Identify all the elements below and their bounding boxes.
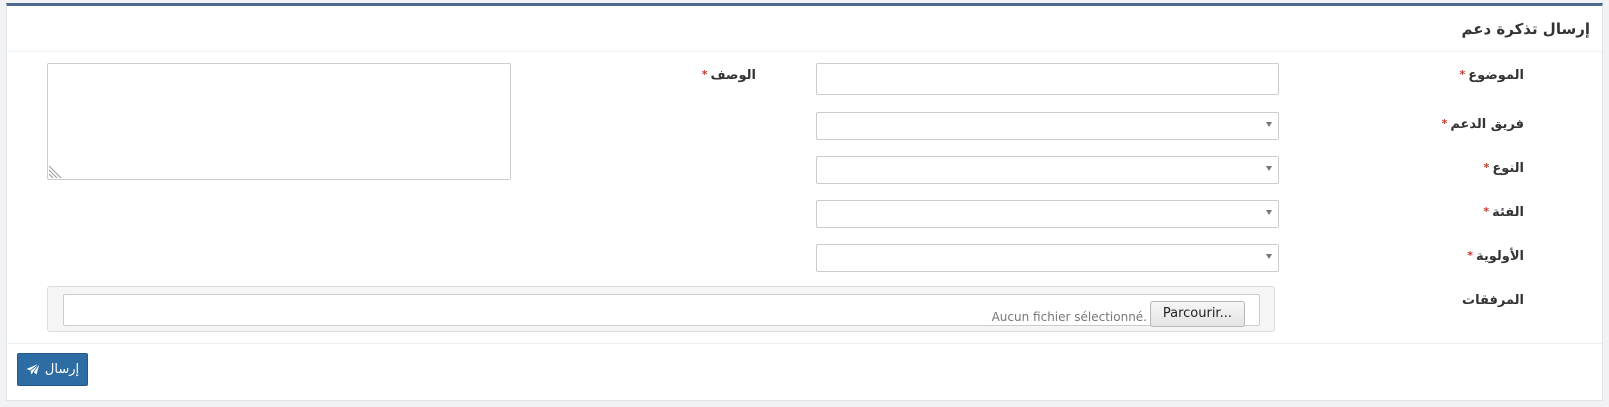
attachments-label-text: المرفقات <box>1462 293 1524 308</box>
required-mark: * <box>701 68 708 81</box>
support-ticket-panel: إرسال تذكرة دعم الموضوع* فريق الدعم* الن… <box>6 3 1603 401</box>
chevron-down-icon <box>1266 254 1272 259</box>
attachments-file-input[interactable]: Parcourir... Aucun fichier sélectionné. <box>63 294 1260 327</box>
support-team-label: فريق الدعم* <box>1442 117 1524 132</box>
support-team-label-text: فريق الدعم <box>1450 117 1524 132</box>
chevron-down-icon <box>1266 210 1272 215</box>
priority-label: الأولوية* <box>1467 249 1524 264</box>
attachments-dropzone: Parcourir... Aucun fichier sélectionné. <box>47 286 1275 332</box>
browse-button[interactable]: Parcourir... <box>1149 301 1245 327</box>
chevron-down-icon <box>1266 122 1272 127</box>
attachments-label: المرفقات <box>1462 293 1524 308</box>
type-select[interactable] <box>816 156 1279 184</box>
category-label: الفئة* <box>1483 205 1524 220</box>
required-mark: * <box>1483 161 1490 174</box>
description-textarea[interactable] <box>47 63 511 180</box>
footer-divider <box>7 343 1602 344</box>
submit-label: إرسال <box>44 362 80 377</box>
subject-input[interactable] <box>816 63 1279 95</box>
chevron-down-icon <box>1266 166 1272 171</box>
description-label: الوصف* <box>702 68 756 83</box>
subject-label-text: الموضوع <box>1468 68 1524 83</box>
required-mark: * <box>1483 205 1490 218</box>
subject-label: الموضوع* <box>1459 68 1524 83</box>
category-select[interactable] <box>816 200 1279 228</box>
support-team-select[interactable] <box>816 112 1279 140</box>
priority-label-text: الأولوية <box>1475 249 1524 264</box>
paper-plane-icon <box>26 363 40 376</box>
priority-select[interactable] <box>816 244 1279 272</box>
type-label: النوع* <box>1484 161 1524 176</box>
description-label-text: الوصف <box>710 68 756 83</box>
submit-button[interactable]: إرسال <box>17 353 88 386</box>
category-label-text: الفئة <box>1492 205 1524 220</box>
file-status-text: Aucun fichier sélectionné. <box>991 310 1147 324</box>
resize-grip-icon[interactable] <box>49 164 63 178</box>
header-divider <box>7 51 1602 52</box>
type-label-text: النوع <box>1492 161 1524 176</box>
panel-title: إرسال تذكرة دعم <box>1461 20 1590 38</box>
required-mark: * <box>1441 117 1448 130</box>
required-mark: * <box>1467 249 1473 262</box>
required-mark: * <box>1459 68 1466 81</box>
